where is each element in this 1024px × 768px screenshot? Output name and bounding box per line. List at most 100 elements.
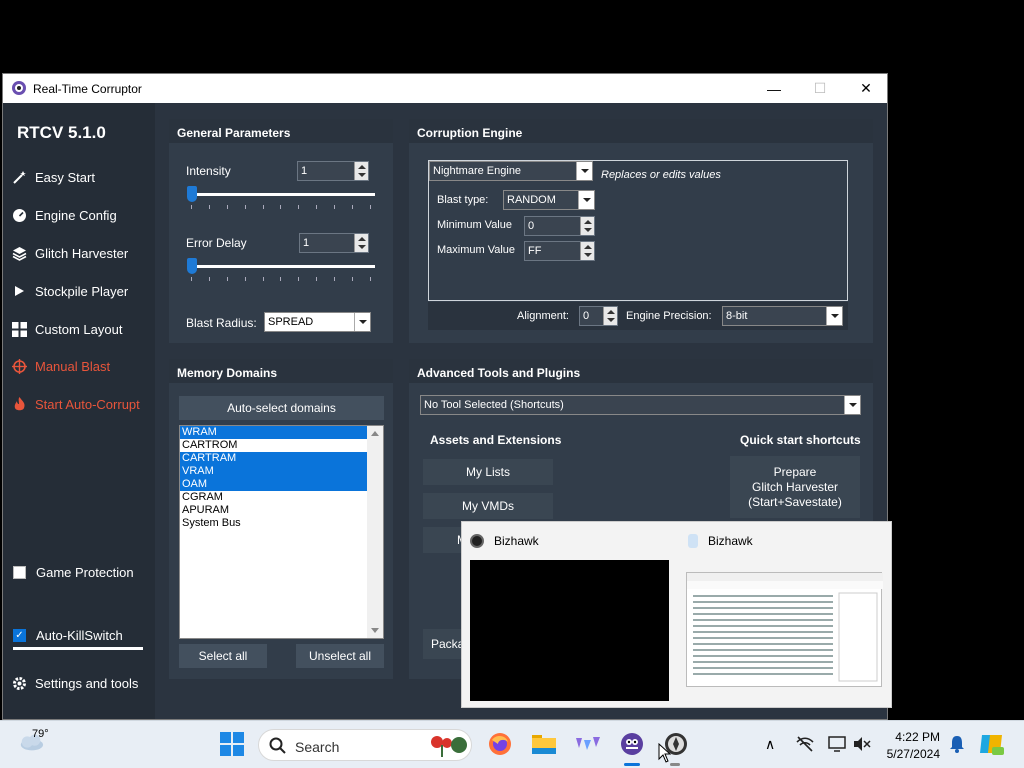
flame-icon [11,396,27,412]
intensity-slider[interactable] [187,185,375,215]
unselect-all-button[interactable]: Unselect all [296,644,384,668]
error-delay-spinner[interactable]: 1 [299,233,369,253]
tool-select[interactable]: No Tool Selected (Shortcuts) [420,395,861,415]
engine-select[interactable]: Nightmare Engine [429,161,593,181]
alignment-value: 0 [583,310,590,322]
list-scrollbar[interactable] [367,426,383,638]
checkbox-box-checked[interactable]: ✓ [13,629,26,642]
mouse-cursor-icon [658,743,672,763]
sidebar-item-easy-start[interactable]: Easy Start [11,165,151,189]
engine-precision-select[interactable]: 8-bit [722,306,843,326]
volume-muted-icon[interactable] [851,733,873,755]
spinner-arrows[interactable] [580,242,594,260]
slider-thumb[interactable] [187,186,197,202]
taskbar-search[interactable]: Search [258,729,472,761]
sidebar: RTCV 5.1.0 Easy Start Engine Config Glit… [3,103,155,719]
chevron-down-icon[interactable] [844,396,860,414]
maximum-value-spinner[interactable]: FF [524,241,595,261]
preview-title-text: Bizhawk [708,534,753,548]
quick-start-label: Quick start shortcuts [740,433,861,447]
engine-description: Replaces or edits values [601,169,721,181]
sidebar-item-glitch-harvester[interactable]: Glitch Harvester [11,241,151,265]
preview-window-2-thumbnail[interactable] [686,572,883,687]
copilot-icon[interactable] [978,731,1004,757]
sidebar-item-custom-layout[interactable]: Custom Layout [11,317,151,341]
corruption-engine-panel: Corruption Engine Nightmare Engine Repla… [409,119,873,343]
memory-domain-list[interactable]: WRAM CARTROM CARTRAM VRAM OAM CGRAM APUR… [179,425,384,639]
file-explorer-icon[interactable] [531,731,557,757]
list-item[interactable]: APURAM [180,504,383,517]
error-delay-slider[interactable] [187,257,375,287]
bizhawk-icon [470,534,484,548]
my-lists-button[interactable]: My Lists [423,459,553,485]
list-item[interactable]: WRAM [180,426,383,439]
panel-title: General Parameters [169,119,393,143]
intensity-spinner[interactable]: 1 [297,161,369,181]
display-icon[interactable] [826,733,848,755]
layers-icon [11,245,27,261]
assets-label: Assets and Extensions [430,433,562,447]
spinner-arrows[interactable] [603,307,617,325]
sidebar-item-manual-blast[interactable]: Manual Blast [11,354,151,378]
list-item[interactable]: CARTROM [180,439,383,452]
sidebar-item-label: Manual Blast [35,358,111,374]
hex-editor-thumbnail-graphic [687,573,883,682]
preview-window-1-title[interactable]: Bizhawk [470,534,539,548]
firefox-icon[interactable] [487,731,513,757]
engine-select-value: Nightmare Engine [433,165,522,177]
spinner-arrows[interactable] [354,162,368,180]
chevron-down-icon[interactable] [826,307,842,325]
panel-title: Advanced Tools and Plugins [409,359,873,383]
select-all-button[interactable]: Select all [179,644,267,668]
spinner-arrows[interactable] [580,217,594,235]
game-protection-checkbox[interactable]: Game Protection [13,565,134,580]
chevron-down-icon[interactable] [354,313,370,331]
blast-type-select[interactable]: RANDOM [503,190,595,210]
list-item[interactable]: System Bus [180,517,383,530]
error-delay-value: 1 [303,237,310,249]
start-button[interactable] [219,731,245,757]
minimum-value-spinner[interactable]: 0 [524,216,595,236]
panel-title: Corruption Engine [409,119,873,143]
title-bar[interactable]: Real-Time Corruptor — ☐ ✕ [3,74,887,103]
auto-select-domains-button[interactable]: Auto-select domains [179,396,384,420]
list-item[interactable]: VRAM [180,465,383,478]
network-off-icon[interactable] [794,733,816,755]
list-item[interactable]: CGRAM [180,491,383,504]
preview-window-2-title[interactable]: Bizhawk [688,534,753,548]
minimize-button[interactable]: — [751,74,797,103]
sidebar-item-engine-config[interactable]: Engine Config [11,203,151,227]
sidebar-item-label: Easy Start [35,169,95,185]
auto-killswitch-checkbox[interactable]: ✓ Auto-KillSwitch [13,628,123,643]
list-item[interactable]: OAM [180,478,383,491]
maximize-button[interactable]: ☐ [797,74,843,103]
preview-title-text: Bizhawk [494,534,539,548]
sidebar-item-label: Custom Layout [35,321,123,337]
rtc-running-indicator [624,763,640,766]
list-item[interactable]: CARTRAM [180,452,383,465]
chevron-down-icon[interactable] [576,162,592,180]
prepare-glitch-harvester-button[interactable]: Prepare Glitch Harvester (Start+Savestat… [730,456,860,518]
chevron-down-icon[interactable] [578,191,594,209]
clock-date[interactable]: 5/27/2024 [884,747,940,761]
blast-radius-select[interactable]: SPREAD [264,312,371,332]
sidebar-item-start-auto-corrupt[interactable]: Start Auto-Corrupt [11,392,151,416]
rtc-taskbar-icon[interactable] [619,731,645,757]
spinner-arrows[interactable] [354,234,368,252]
slider-thumb[interactable] [187,258,197,274]
close-button[interactable]: ✕ [843,74,889,103]
preview-window-1-thumbnail[interactable] [470,560,669,701]
notification-bell-icon[interactable] [946,733,968,755]
alignment-spinner[interactable]: 0 [579,306,618,326]
clock-time[interactable]: 4:22 PM [892,730,940,744]
app-icon-purple[interactable] [575,731,601,757]
sidebar-item-stockpile-player[interactable]: Stockpile Player [11,279,151,303]
slider-track [187,193,375,196]
sidebar-item-label: Glitch Harvester [35,245,129,261]
my-vmds-button[interactable]: My VMDs [423,493,553,519]
maximum-value: FF [528,245,542,257]
sidebar-item-settings[interactable]: Settings and tools [11,671,151,695]
checkbox-box[interactable] [13,566,26,579]
chevron-up-icon[interactable]: ∧ [765,736,775,753]
error-delay-label: Error Delay [186,236,247,250]
